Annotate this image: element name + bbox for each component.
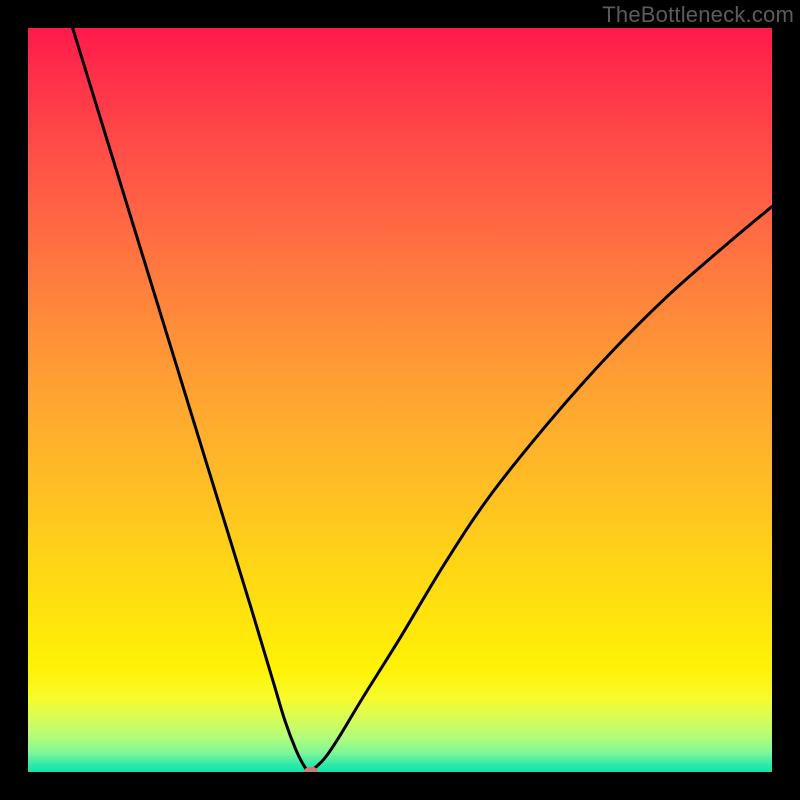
bottleneck-curve (28, 28, 772, 772)
optimum-marker (304, 767, 318, 772)
chart-frame: TheBottleneck.com (0, 0, 800, 800)
watermark-text: TheBottleneck.com (602, 2, 794, 28)
plot-area (28, 28, 772, 772)
